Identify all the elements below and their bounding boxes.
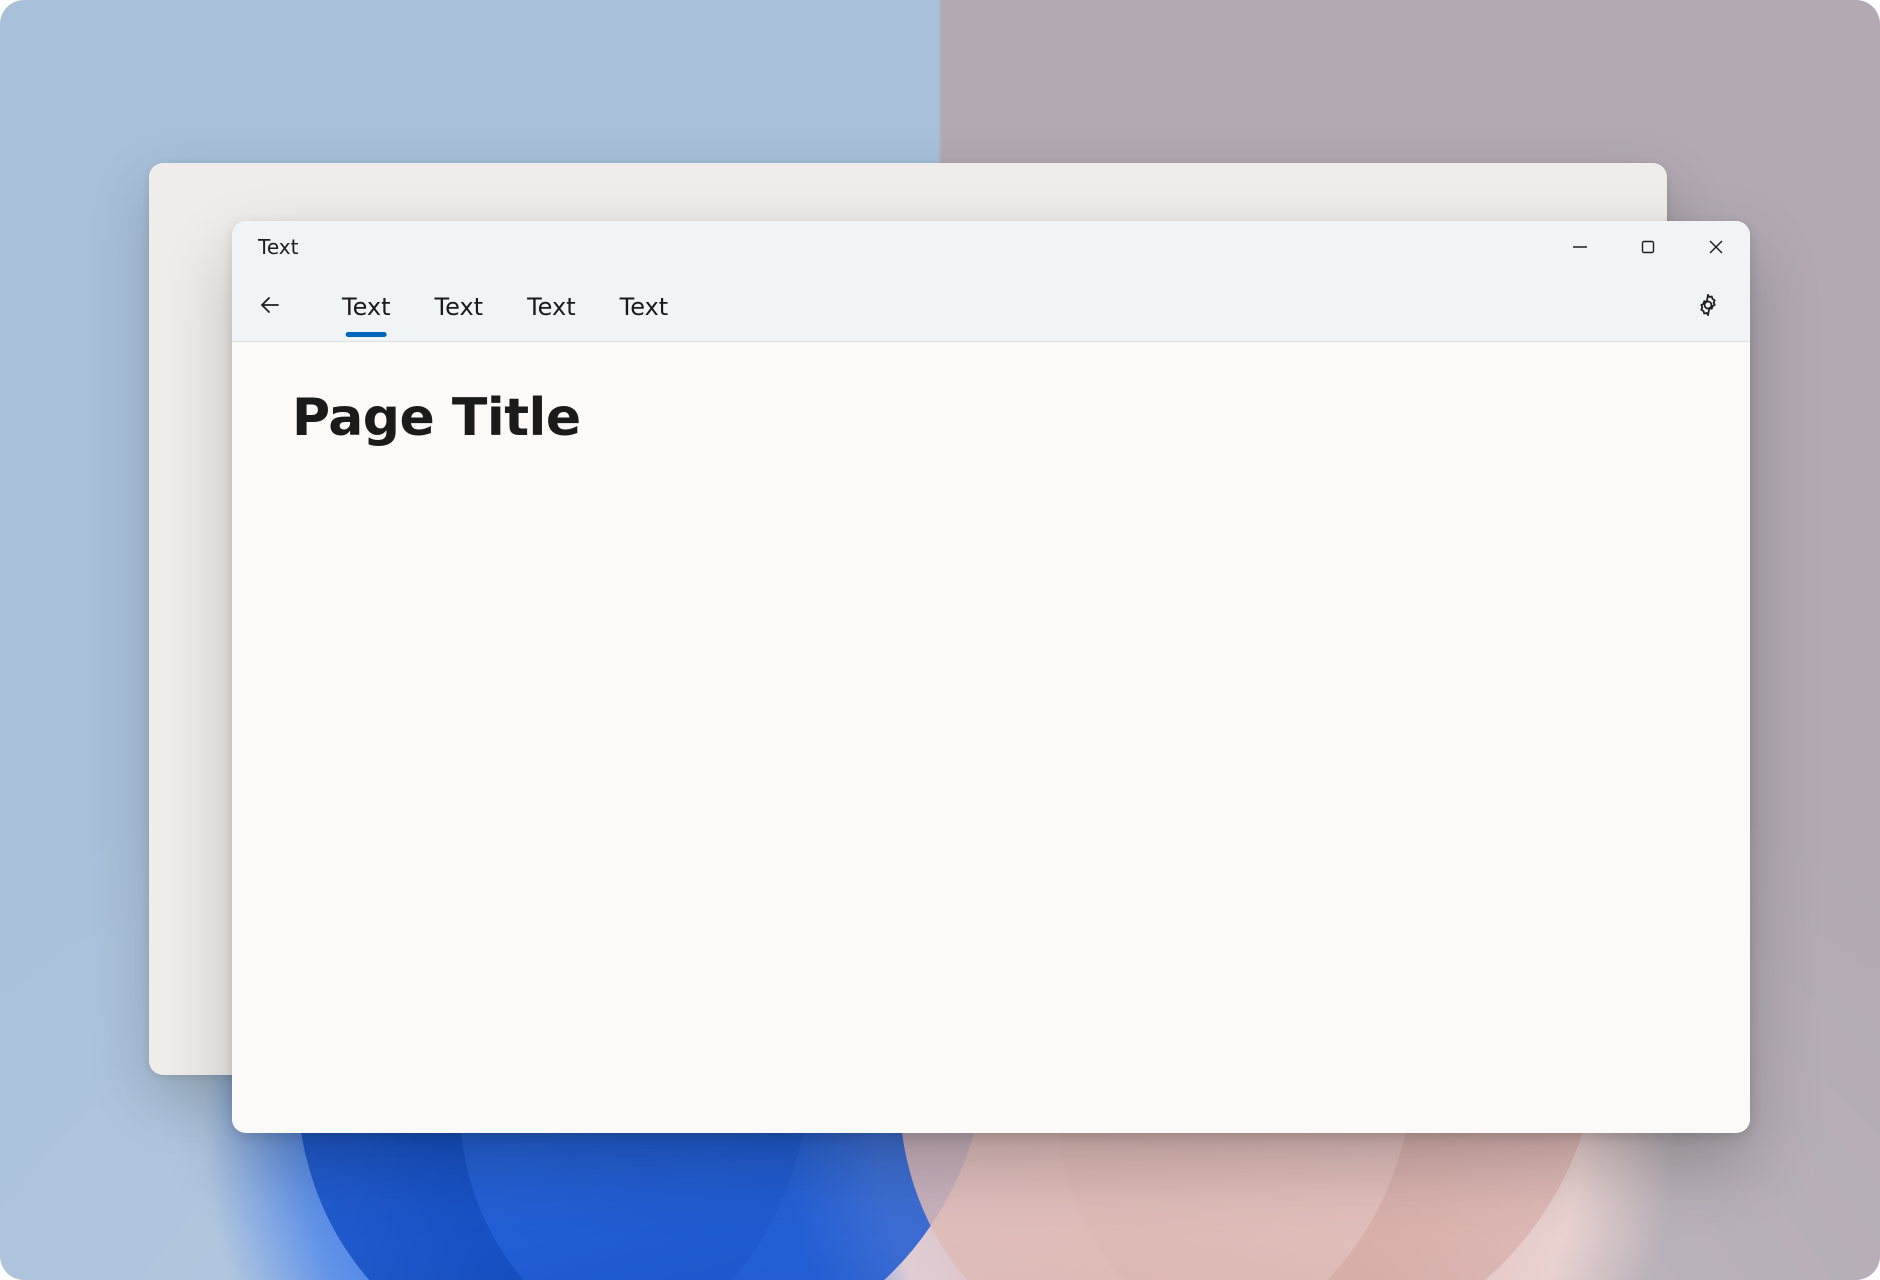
tab-1[interactable]: Text [413,273,506,341]
tab-label: Text [342,293,391,321]
close-icon [1708,239,1724,255]
window-title: Text [232,235,298,259]
page-content: Page Title [232,342,1750,1133]
app-window: Text [232,221,1750,1133]
desktop-background: Text [0,0,1880,1280]
minimize-button[interactable] [1546,221,1614,273]
settings-button[interactable] [1684,283,1732,331]
titlebar: Text [232,221,1750,273]
back-button[interactable] [246,283,294,331]
tab-3[interactable]: Text [598,273,691,341]
tab-label: Text [435,293,484,321]
arrow-left-icon [258,293,282,321]
minimize-icon [1572,239,1588,255]
tab-label: Text [620,293,669,321]
nav-tabs: Text Text Text Text [320,273,690,341]
tab-2[interactable]: Text [505,273,598,341]
maximize-icon [1640,239,1656,255]
page-title: Page Title [292,388,1690,448]
tab-label: Text [527,293,576,321]
close-button[interactable] [1682,221,1750,273]
gear-icon [1695,292,1721,322]
maximize-button[interactable] [1614,221,1682,273]
toolbar: Text Text Text Text [232,273,1750,342]
tab-0[interactable]: Text [320,273,413,341]
